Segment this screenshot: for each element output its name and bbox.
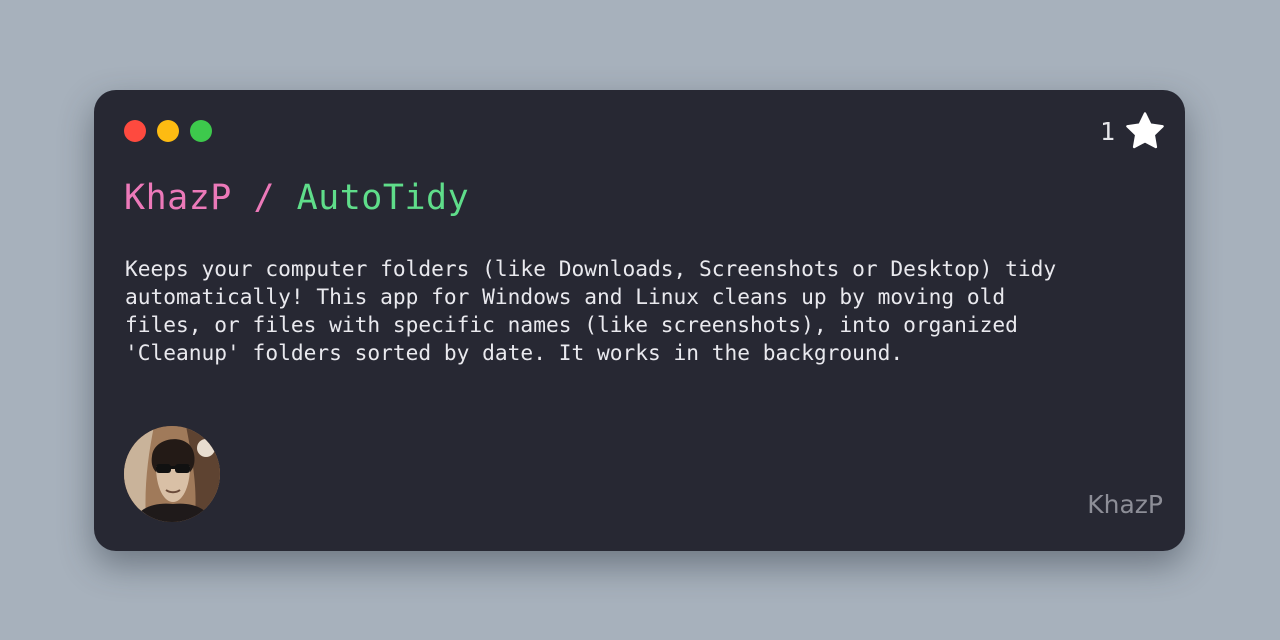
title-separator: / (253, 178, 276, 218)
repo-description: Keeps your computer folders (like Downlo… (125, 255, 1085, 367)
star-icon (1125, 112, 1165, 150)
window-controls (124, 120, 212, 142)
description-line: automatically! This app for Windows and … (125, 284, 1006, 309)
repo-title: KhazP / AutoTidy (124, 178, 469, 218)
minimize-dot[interactable] (157, 120, 179, 142)
star-count-value: 1 (1099, 116, 1115, 146)
repo-name[interactable]: AutoTidy (297, 178, 470, 218)
repo-owner[interactable]: KhazP (124, 178, 232, 218)
author-username[interactable]: KhazP (1087, 490, 1163, 519)
description-line: files, or files with specific names (lik… (125, 312, 1018, 337)
description-line: 'Cleanup' folders sorted by date. It wor… (125, 340, 904, 365)
maximize-dot[interactable] (190, 120, 212, 142)
description-line: Keeps your computer folders (like Downlo… (125, 256, 1057, 281)
close-dot[interactable] (124, 120, 146, 142)
repo-card: 1 KhazP / AutoTidy Keeps your computer f… (94, 90, 1185, 551)
avatar[interactable] (124, 426, 220, 522)
star-count: 1 (1100, 112, 1165, 150)
